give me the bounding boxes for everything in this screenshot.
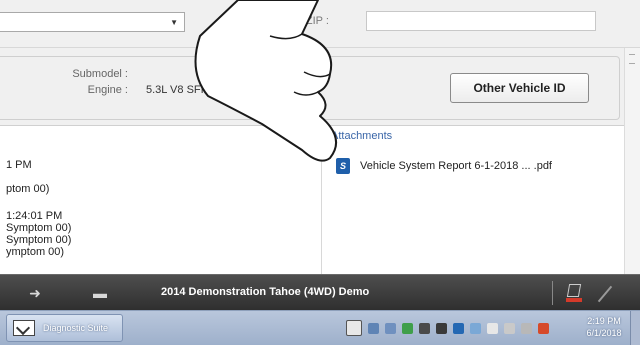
attachments-title: Attachments xyxy=(331,130,393,142)
postcode-input[interactable] xyxy=(366,11,596,31)
taskbar-app-label: Diagnostic Suite xyxy=(43,323,109,333)
security-icon[interactable] xyxy=(402,322,413,334)
scrollbar-grip-icon[interactable] xyxy=(629,54,635,64)
volume-icon[interactable] xyxy=(385,322,396,334)
submodel-label: Submodel : xyxy=(72,68,128,80)
send-arrow-icon[interactable]: ➜ xyxy=(27,285,43,301)
log-line: 1 PM xyxy=(6,159,32,171)
log-line: ymptom 00) xyxy=(6,246,65,258)
taskbar-clock[interactable]: 2:19 PM 6/1/2018 xyxy=(582,315,626,339)
clock-time: 2:19 PM xyxy=(587,316,621,326)
taskbar-app-button[interactable]: Diagnostic Suite xyxy=(6,314,123,342)
engine-value: 5.3L V8 SFI (LM xyxy=(146,84,226,96)
vertical-scrollbar[interactable] xyxy=(624,48,640,274)
bottom-toolbar: ➜ ▬ 2014 Demonstration Tahoe (4WD) Demo xyxy=(0,274,640,310)
engine-label: Engine : xyxy=(87,84,128,96)
attachments-panel: Attachments S Vehicle System Report 6-1-… xyxy=(322,127,624,274)
session-log-panel: 1 PM ptom 00) 1:24:01 PM Symptom 00) Sym… xyxy=(0,127,322,274)
print-icon[interactable] xyxy=(566,282,582,302)
log-line: Symptom 00) xyxy=(6,234,72,246)
network-icon[interactable] xyxy=(368,322,379,334)
show-desktop-button[interactable] xyxy=(630,311,640,345)
speaker-icon[interactable] xyxy=(538,322,549,334)
flag-icon[interactable] xyxy=(346,320,362,336)
vehicle-info-section: Submodel : Engine : 5.3L V8 SFI (LM Othe… xyxy=(0,48,640,126)
app-icon[interactable] xyxy=(470,322,481,334)
attachment-name: Vehicle System Report 6-1-2018 ... .pdf xyxy=(360,160,552,172)
signal-icon[interactable] xyxy=(521,322,532,334)
log-line: Symptom 00) xyxy=(6,222,72,234)
toolbar-divider xyxy=(552,281,553,305)
other-vehicle-id-button[interactable]: Other Vehicle ID xyxy=(450,73,589,103)
diagnostic-app-icon xyxy=(13,320,35,336)
log-line: ptom 00) xyxy=(6,183,50,195)
pen-icon[interactable] xyxy=(597,285,613,303)
log-line: 1:24:01 PM xyxy=(6,210,63,222)
windows-taskbar: Diagnostic Suite 2:19 PM 6/1/2018 xyxy=(0,310,640,345)
flag-icon[interactable] xyxy=(487,322,498,334)
postcode-label: stCode/ZIP : xyxy=(268,15,329,27)
app-icon[interactable] xyxy=(436,322,447,334)
clock-date: 6/1/2018 xyxy=(586,328,622,338)
vehicle-form-top: ▼ stCode/ZIP : xyxy=(0,0,640,48)
pdf-report-icon: S xyxy=(336,158,350,174)
folder-icon[interactable]: ▬ xyxy=(92,285,108,301)
attachment-item[interactable]: S Vehicle System Report 6-1-2018 ... .pd… xyxy=(336,157,552,175)
bluetooth-icon[interactable] xyxy=(453,322,464,334)
wifi-icon[interactable] xyxy=(504,322,515,334)
model-dropdown[interactable]: ▼ xyxy=(0,12,185,32)
chevron-down-icon[interactable]: ▼ xyxy=(170,18,178,27)
printer-icon[interactable] xyxy=(419,322,430,334)
system-tray xyxy=(346,317,549,339)
vehicle-title: 2014 Demonstration Tahoe (4WD) Demo xyxy=(161,286,370,298)
